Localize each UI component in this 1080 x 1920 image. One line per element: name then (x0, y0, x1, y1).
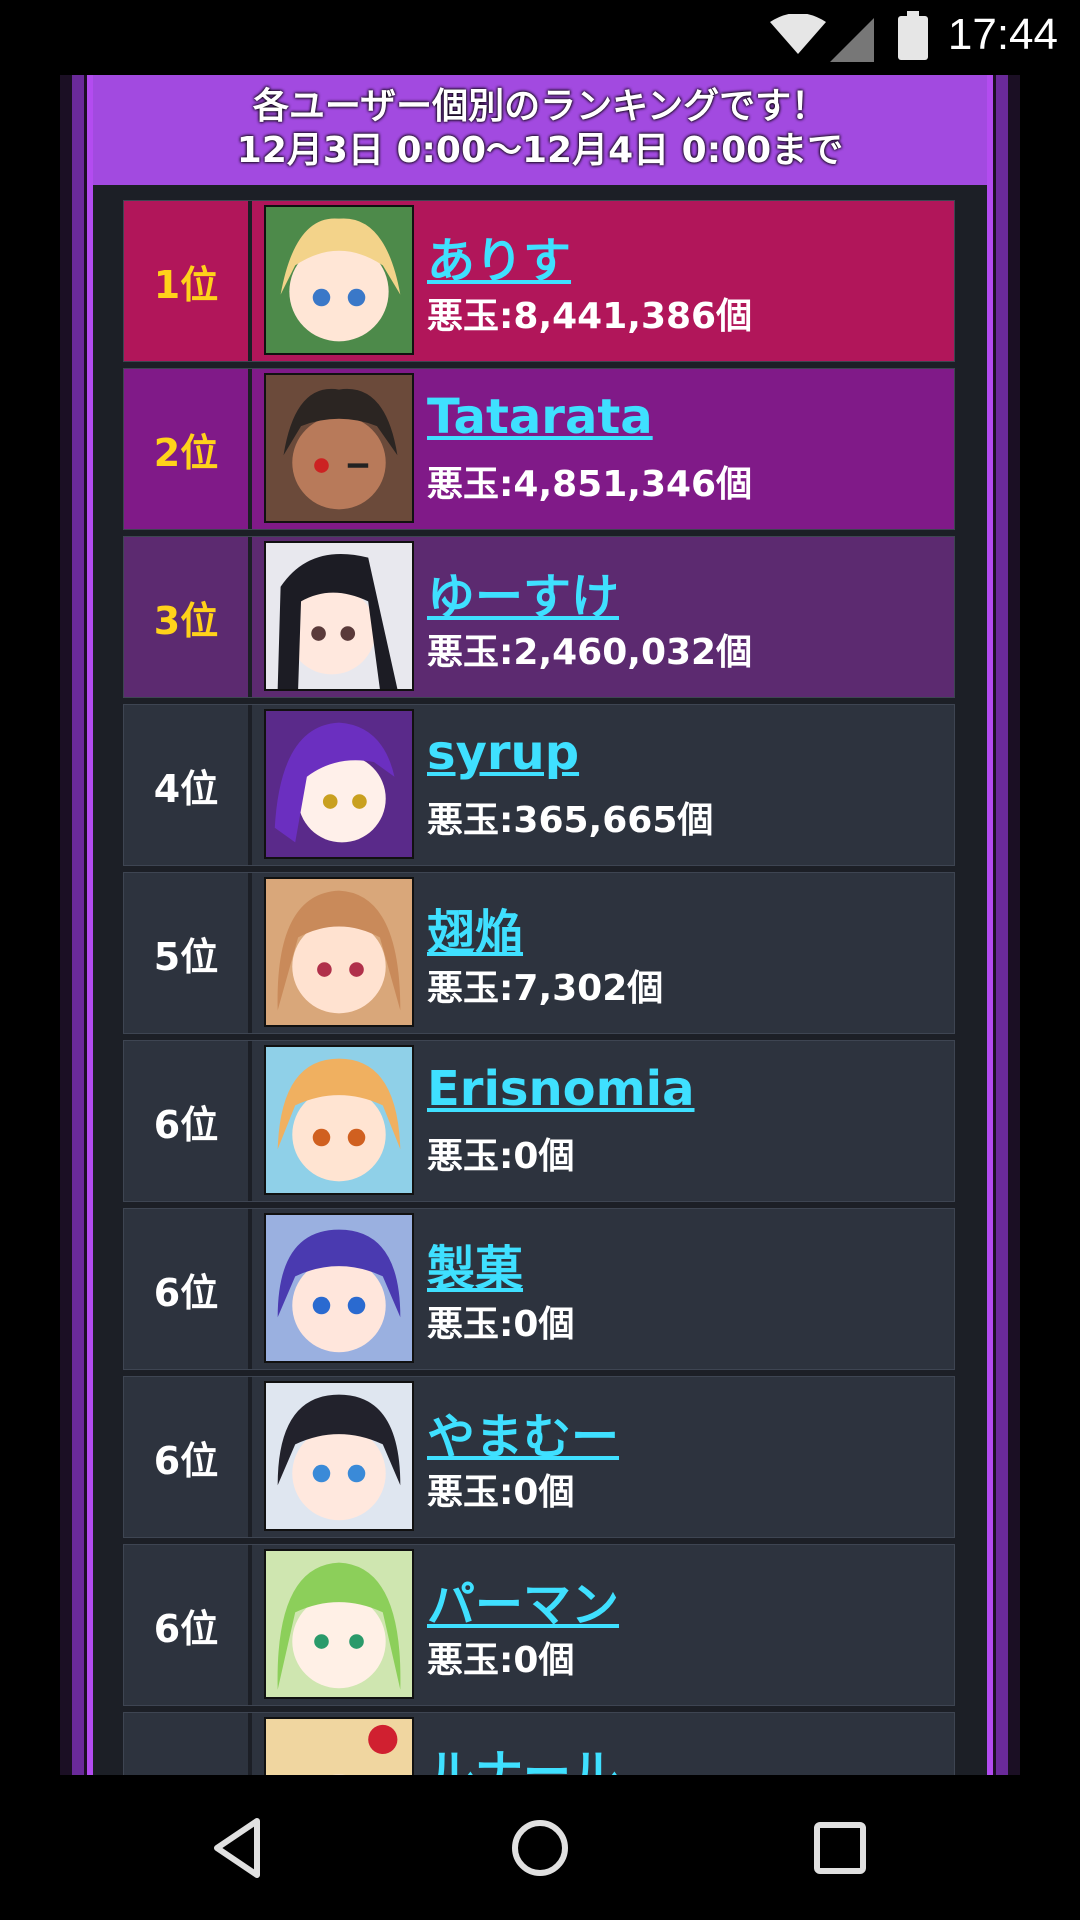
ranking-panel: 各ユーザー個別のランキングです！ 12月3日 0:00〜12月4日 0:00まで… (93, 75, 987, 1775)
ranking-banner: 各ユーザー個別のランキングです！ 12月3日 0:00〜12月4日 0:00まで (93, 75, 987, 185)
avatar[interactable] (264, 1381, 414, 1531)
avatar[interactable] (264, 205, 414, 355)
ranking-list[interactable]: 1位 ありす 悪玉:8,441,386個 2位 Tatarata 悪玉:4,85… (123, 200, 955, 1775)
ranking-row[interactable]: 5位 翅焔 悪玉:7,302個 (123, 872, 955, 1034)
user-score: 悪玉:0個 (427, 1640, 575, 1681)
avatar[interactable] (264, 541, 414, 691)
ranking-row[interactable]: 2位 Tatarata 悪玉:4,851,346個 (123, 368, 955, 530)
avatar[interactable] (264, 877, 414, 1027)
rank-label: 6位 (124, 1545, 252, 1705)
ranking-row[interactable]: 3位 ゆーすけ 悪玉:2,460,032個 (123, 536, 955, 698)
ranking-row[interactable]: 6位 製菓 悪玉:0個 (123, 1208, 955, 1370)
user-name-link[interactable]: Erisnomia (427, 1061, 695, 1117)
cell-signal-icon (830, 18, 874, 62)
rank-label: 6位 (124, 1209, 252, 1369)
rank-label: 2位 (124, 369, 252, 529)
user-name-link[interactable]: ルナール (427, 1733, 619, 1775)
home-icon[interactable] (505, 1813, 575, 1883)
avatar[interactable] (264, 1717, 414, 1775)
user-score: 悪玉:0個 (427, 1136, 575, 1177)
user-score: 悪玉:0個 (427, 1304, 575, 1345)
ranking-row[interactable]: 4位 syrup 悪玉:365,665個 (123, 704, 955, 866)
avatar[interactable] (264, 709, 414, 859)
user-name-link[interactable]: syrup (427, 725, 579, 781)
user-name-link[interactable]: ゆーすけ (427, 557, 619, 627)
ranking-row[interactable]: 6位 Erisnomia 悪玉:0個 (123, 1040, 955, 1202)
user-score: 悪玉:8,441,386個 (427, 296, 753, 337)
user-name-link[interactable]: 翅焔 (427, 893, 523, 963)
back-icon[interactable] (205, 1813, 275, 1883)
status-bar: 17:44 (0, 0, 1080, 75)
banner-title: 各ユーザー個別のランキングです！ (252, 86, 828, 127)
banner-period: 12月3日 0:00〜12月4日 0:00まで (236, 130, 844, 171)
avatar[interactable] (264, 1045, 414, 1195)
user-score: 悪玉:4,851,346個 (427, 464, 753, 505)
rank-label: 1位 (124, 201, 252, 361)
battery-icon (898, 11, 928, 60)
user-name-link[interactable]: パーマン (427, 1565, 619, 1635)
recents-icon[interactable] (805, 1813, 875, 1883)
status-time: 17:44 (947, 10, 1058, 59)
ranking-row[interactable]: ルナール (123, 1712, 955, 1775)
avatar[interactable] (264, 373, 414, 523)
rank-label: 3位 (124, 537, 252, 697)
user-name-link[interactable]: ありす (427, 221, 571, 291)
navigation-bar (0, 1775, 1080, 1920)
avatar[interactable] (264, 1213, 414, 1363)
user-name-link[interactable]: Tatarata (427, 389, 653, 445)
ranking-row[interactable]: 6位 パーマン 悪玉:0個 (123, 1544, 955, 1706)
ranking-frame: 各ユーザー個別のランキングです！ 12月3日 0:00〜12月4日 0:00まで… (60, 75, 1020, 1775)
rank-label: 5位 (124, 873, 252, 1033)
user-score: 悪玉:0個 (427, 1472, 575, 1513)
user-score: 悪玉:7,302個 (427, 968, 664, 1009)
wifi-icon (770, 14, 826, 54)
user-score: 悪玉:2,460,032個 (427, 632, 753, 673)
avatar[interactable] (264, 1549, 414, 1699)
user-score: 悪玉:365,665個 (427, 800, 714, 841)
rank-label: 6位 (124, 1041, 252, 1201)
user-name-link[interactable]: 製菓 (427, 1229, 523, 1299)
rank-label: 6位 (124, 1377, 252, 1537)
user-name-link[interactable]: やまむー (427, 1397, 619, 1467)
ranking-row[interactable]: 6位 やまむー 悪玉:0個 (123, 1376, 955, 1538)
ranking-row[interactable]: 1位 ありす 悪玉:8,441,386個 (123, 200, 955, 362)
rank-label (124, 1713, 252, 1775)
rank-label: 4位 (124, 705, 252, 865)
